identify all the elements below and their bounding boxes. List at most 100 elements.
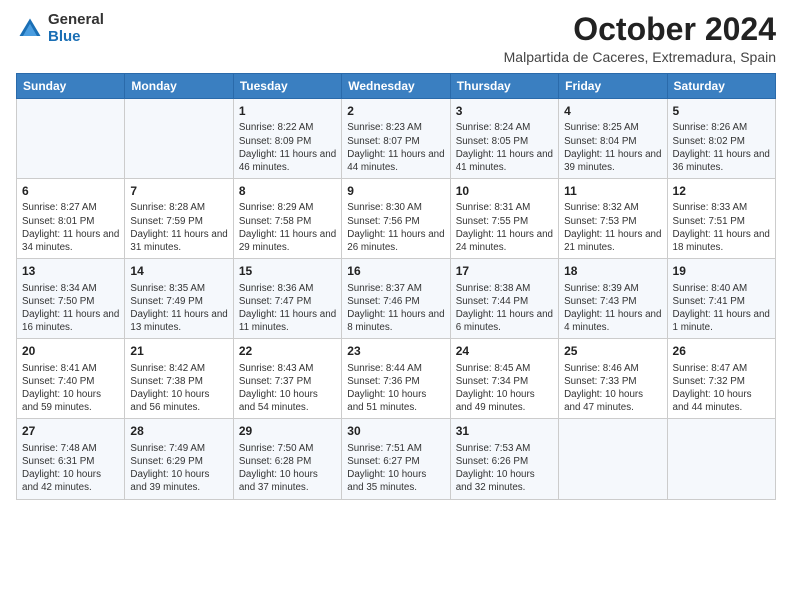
calendar-cell [559, 419, 667, 499]
day-info: Sunrise: 8:31 AMSunset: 7:55 PMDaylight:… [456, 201, 553, 254]
header-wednesday: Wednesday [342, 74, 450, 99]
day-info: Sunrise: 8:43 AMSunset: 7:37 PMDaylight:… [239, 362, 336, 415]
calendar-cell: 3 Sunrise: 8:24 AMSunset: 8:05 PMDaylight… [450, 99, 558, 179]
day-info: Sunrise: 8:44 AMSunset: 7:36 PMDaylight:… [347, 362, 444, 415]
day-info: Sunrise: 8:29 AMSunset: 7:58 PMDaylight:… [239, 201, 336, 254]
logo-general: General [48, 12, 104, 29]
day-number: 22 [239, 343, 336, 359]
calendar-cell: 24 Sunrise: 8:45 AMSunset: 7:34 PMDayligh… [450, 339, 558, 419]
header: General Blue October 2024 Malpartida de … [16, 12, 776, 65]
day-info: Sunrise: 8:42 AMSunset: 7:38 PMDaylight:… [130, 362, 227, 415]
day-info: Sunrise: 8:38 AMSunset: 7:44 PMDaylight:… [456, 282, 553, 335]
calendar-cell: 18 Sunrise: 8:39 AMSunset: 7:43 PMDayligh… [559, 259, 667, 339]
day-info: Sunrise: 8:36 AMSunset: 7:47 PMDaylight:… [239, 282, 336, 335]
day-number: 30 [347, 423, 444, 439]
title-block: October 2024 Malpartida de Caceres, Extr… [504, 12, 776, 65]
week-row-5: 27Sunrise: 7:48 AMSunset: 6:31 PMDayligh… [17, 419, 776, 499]
logo-blue: Blue [48, 29, 104, 46]
calendar-cell: 25Sunrise: 8:46 AMSunset: 7:33 PMDayligh… [559, 339, 667, 419]
day-number: 23 [347, 343, 444, 359]
day-number: 13 [22, 263, 119, 279]
header-tuesday: Tuesday [233, 74, 341, 99]
day-number: 2 [347, 103, 444, 119]
day-number: 17 [456, 263, 553, 279]
day-number: 10 [456, 183, 553, 199]
day-number: 19 [673, 263, 770, 279]
day-info: Sunrise: 8:47 AMSunset: 7:32 PMDaylight:… [673, 362, 770, 415]
day-info: Sunrise: 8:41 AMSunset: 7:40 PMDaylight:… [22, 362, 119, 415]
header-sunday: Sunday [17, 74, 125, 99]
day-number: 20 [22, 343, 119, 359]
calendar-header: Sunday Monday Tuesday Wednesday Thursday… [17, 74, 776, 99]
calendar-cell: 10 Sunrise: 8:31 AMSunset: 7:55 PMDayligh… [450, 179, 558, 259]
logo-text: General Blue [48, 12, 104, 45]
calendar-cell: 2 Sunrise: 8:23 AMSunset: 8:07 PMDaylight… [342, 99, 450, 179]
logo: General Blue [16, 12, 104, 45]
calendar-cell [667, 419, 775, 499]
calendar-cell: 14 Sunrise: 8:35 AMSunset: 7:49 PMDayligh… [125, 259, 233, 339]
subtitle: Malpartida de Caceres, Extremadura, Spai… [504, 49, 776, 65]
calendar-cell: 31 Sunrise: 7:53 AMSunset: 6:26 PMDayligh… [450, 419, 558, 499]
calendar-cell: 29Sunrise: 7:50 AMSunset: 6:28 PMDayligh… [233, 419, 341, 499]
day-info: Sunrise: 8:24 AMSunset: 8:05 PMDaylight:… [456, 121, 553, 174]
day-number: 7 [130, 183, 227, 199]
calendar-cell: 26Sunrise: 8:47 AMSunset: 7:32 PMDayligh… [667, 339, 775, 419]
calendar-cell: 1Sunrise: 8:22 AMSunset: 8:09 PMDaylight… [233, 99, 341, 179]
day-info: Sunrise: 8:33 AMSunset: 7:51 PMDaylight:… [673, 201, 770, 254]
calendar-cell: 21Sunrise: 8:42 AMSunset: 7:38 PMDayligh… [125, 339, 233, 419]
calendar-cell: 30 Sunrise: 7:51 AMSunset: 6:27 PMDayligh… [342, 419, 450, 499]
day-number: 9 [347, 183, 444, 199]
header-saturday: Saturday [667, 74, 775, 99]
day-number: 5 [673, 103, 770, 119]
day-info: Sunrise: 8:27 AMSunset: 8:01 PMDaylight:… [22, 201, 119, 254]
week-row-3: 13 Sunrise: 8:34 AMSunset: 7:50 PMDayligh… [17, 259, 776, 339]
main-title: October 2024 [504, 12, 776, 47]
day-number: 18 [564, 263, 661, 279]
day-info: Sunrise: 8:22 AMSunset: 8:09 PMDaylight:… [239, 121, 336, 174]
header-row: Sunday Monday Tuesday Wednesday Thursday… [17, 74, 776, 99]
calendar-cell: 9Sunrise: 8:30 AMSunset: 7:56 PMDaylight… [342, 179, 450, 259]
calendar-cell: 23 Sunrise: 8:44 AMSunset: 7:36 PMDayligh… [342, 339, 450, 419]
page: General Blue October 2024 Malpartida de … [0, 0, 792, 612]
calendar-cell: 28Sunrise: 7:49 AMSunset: 6:29 PMDayligh… [125, 419, 233, 499]
calendar-cell: 15 Sunrise: 8:36 AMSunset: 7:47 PMDayligh… [233, 259, 341, 339]
day-info: Sunrise: 8:32 AMSunset: 7:53 PMDaylight:… [564, 201, 661, 254]
calendar-cell: 22 Sunrise: 8:43 AMSunset: 7:37 PMDayligh… [233, 339, 341, 419]
day-number: 31 [456, 423, 553, 439]
day-info: Sunrise: 7:51 AMSunset: 6:27 PMDaylight:… [347, 442, 444, 495]
day-info: Sunrise: 7:49 AMSunset: 6:29 PMDaylight:… [130, 442, 227, 495]
week-row-2: 6Sunrise: 8:27 AMSunset: 8:01 PMDaylight… [17, 179, 776, 259]
calendar-cell: 7 Sunrise: 8:28 AMSunset: 7:59 PMDaylight… [125, 179, 233, 259]
calendar-body: 1Sunrise: 8:22 AMSunset: 8:09 PMDaylight… [17, 99, 776, 499]
calendar-cell: 5Sunrise: 8:26 AMSunset: 8:02 PMDaylight… [667, 99, 775, 179]
day-info: Sunrise: 8:45 AMSunset: 7:34 PMDaylight:… [456, 362, 553, 415]
calendar-cell: 12 Sunrise: 8:33 AMSunset: 7:51 PMDayligh… [667, 179, 775, 259]
calendar-cell: 19 Sunrise: 8:40 AMSunset: 7:41 PMDayligh… [667, 259, 775, 339]
day-info: Sunrise: 8:35 AMSunset: 7:49 PMDaylight:… [130, 282, 227, 335]
day-number: 11 [564, 183, 661, 199]
day-number: 14 [130, 263, 227, 279]
calendar-table: Sunday Monday Tuesday Wednesday Thursday… [16, 73, 776, 499]
day-info: Sunrise: 8:40 AMSunset: 7:41 PMDaylight:… [673, 282, 770, 335]
day-info: Sunrise: 8:23 AMSunset: 8:07 PMDaylight:… [347, 121, 444, 174]
calendar-cell: 17 Sunrise: 8:38 AMSunset: 7:44 PMDayligh… [450, 259, 558, 339]
day-number: 8 [239, 183, 336, 199]
week-row-1: 1Sunrise: 8:22 AMSunset: 8:09 PMDaylight… [17, 99, 776, 179]
day-info: Sunrise: 8:28 AMSunset: 7:59 PMDaylight:… [130, 201, 227, 254]
day-info: Sunrise: 8:25 AMSunset: 8:04 PMDaylight:… [564, 121, 661, 174]
day-number: 24 [456, 343, 553, 359]
day-number: 12 [673, 183, 770, 199]
day-number: 27 [22, 423, 119, 439]
calendar-cell: 16Sunrise: 8:37 AMSunset: 7:46 PMDayligh… [342, 259, 450, 339]
day-number: 3 [456, 103, 553, 119]
day-number: 29 [239, 423, 336, 439]
day-info: Sunrise: 8:39 AMSunset: 7:43 PMDaylight:… [564, 282, 661, 335]
day-info: Sunrise: 7:53 AMSunset: 6:26 PMDaylight:… [456, 442, 553, 495]
calendar-cell: 8 Sunrise: 8:29 AMSunset: 7:58 PMDaylight… [233, 179, 341, 259]
day-info: Sunrise: 8:34 AMSunset: 7:50 PMDaylight:… [22, 282, 119, 335]
calendar-cell: 11 Sunrise: 8:32 AMSunset: 7:53 PMDayligh… [559, 179, 667, 259]
day-number: 15 [239, 263, 336, 279]
calendar-cell [17, 99, 125, 179]
day-info: Sunrise: 8:46 AMSunset: 7:33 PMDaylight:… [564, 362, 661, 415]
calendar-cell: 20 Sunrise: 8:41 AMSunset: 7:40 PMDayligh… [17, 339, 125, 419]
